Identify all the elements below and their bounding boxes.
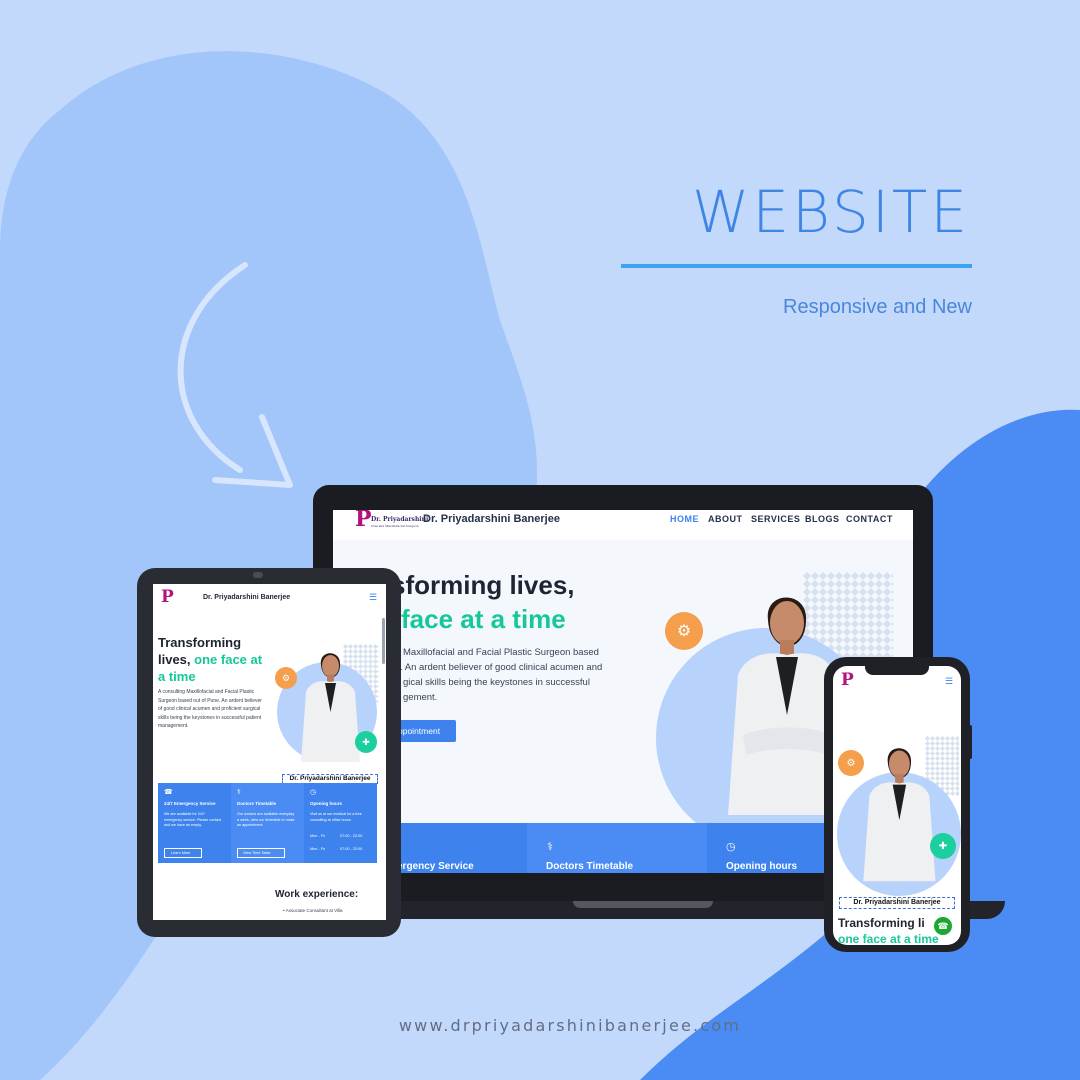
doctor-photo: [863, 748, 936, 882]
stethoscope-icon: ⚕: [237, 789, 241, 796]
laptop-navbar: P Dr. Priyadarshini Oral and Maxillofaci…: [333, 510, 913, 540]
nav-about[interactable]: ABOUT: [708, 514, 743, 524]
clock-icon: ◷: [726, 841, 736, 853]
nav-blogs[interactable]: BLOGS: [805, 514, 840, 524]
service-hours-label: Opening hours: [726, 861, 798, 872]
tablet-brand-name: Dr. Priyadarshini Banerjee: [203, 594, 291, 601]
brand-name: Dr. Priyadarshini Banerjee: [423, 513, 560, 525]
stethoscope-icon: ⚙: [838, 750, 864, 776]
service3-text: Visit us at our medical for a free consu…: [310, 812, 362, 822]
hamburger-menu-icon[interactable]: ☰: [945, 676, 953, 687]
view-timetable-label: View Time Table: [243, 851, 271, 855]
nav-home[interactable]: HOME: [670, 514, 699, 524]
hero-body-line2: . An ardent believer of good clinical ac…: [400, 662, 603, 673]
hours-row1-time: 07:00 - 22:00: [340, 834, 363, 838]
stethoscope-icon: ⚕: [547, 841, 553, 853]
view-timetable-button[interactable]: View Time Table: [237, 848, 285, 858]
hours-row2-day: Mon - Fri: [310, 847, 326, 851]
phone-name-tag: Dr. Priyadarshini Banerjee: [839, 897, 955, 909]
work-experience-item: • Associate Consultant at Villa: [283, 908, 343, 913]
subline: Responsive and New: [783, 296, 972, 318]
stethoscope-icon: ⚙: [275, 667, 297, 689]
call-button-icon[interactable]: ☎: [934, 917, 952, 935]
tablet-hero-body: A consulting Maxillofacial and Facial Pl…: [158, 689, 262, 729]
nav-services[interactable]: SERVICES: [751, 514, 800, 524]
service2-title: Doctors Timetable: [237, 801, 277, 806]
hours-row1-day: Mon - Fri: [310, 834, 326, 838]
doctor-photo: [301, 653, 360, 762]
logo-text: Dr. Priyadarshini: [371, 516, 429, 523]
hero-body-line1: Maxillofacial and Facial Plastic Surgeon…: [403, 647, 599, 658]
logo-icon: P: [355, 510, 372, 532]
tablet-hero-line2: lives, one face at: [158, 652, 262, 667]
tablet-hero-line3: a time: [158, 669, 196, 684]
phone-screen: P ☰ ⚙ ✚ Dr. Priyadarshini Banerjee Trans…: [833, 666, 961, 945]
hero-title-line1: sforming lives,: [391, 570, 575, 600]
tablet-hero-line1: Transforming: [158, 635, 242, 650]
medical-bag-icon: ✚: [930, 833, 956, 859]
footer-url: www.drpriyadarshinibanerjee.com: [398, 1016, 742, 1035]
tablet-scrollbar[interactable]: [382, 618, 385, 664]
medical-bag-icon: ✚: [355, 731, 377, 753]
logo-icon: P: [841, 670, 854, 690]
tablet-hero-line2b: one face at: [194, 652, 263, 667]
phone-hero-line2: one face at a time: [838, 932, 939, 945]
phone-icon: ☎: [164, 789, 173, 796]
hero-body-line3: gical skills being the keystones in succ…: [403, 677, 590, 688]
service-timetable-label: Doctors Timetable: [546, 861, 634, 872]
phone-notch: [865, 666, 929, 675]
stethoscope-icon: ⚙: [665, 612, 703, 650]
work-item-text: Associate Consultant at Villa: [285, 908, 343, 913]
headline: WEBSITE: [692, 178, 970, 246]
logo-subtext: Oral and Maxillofacial Surgeon: [371, 524, 419, 528]
tablet-camera: [253, 572, 263, 578]
learn-more-label: Learn More: [171, 851, 191, 855]
hero-body-line4: gement.: [403, 692, 438, 703]
tablet-hero-line2a: lives,: [158, 652, 191, 667]
hero-title-line2: face at a time: [401, 604, 566, 634]
hours-row2-time: 07:00 - 22:00: [340, 847, 363, 851]
hamburger-menu-icon[interactable]: ☰: [369, 592, 377, 603]
learn-more-button[interactable]: Learn More: [164, 848, 202, 858]
service3-title: Opening hours: [310, 801, 342, 806]
service1-text: We are available for 24/7 emergency serv…: [164, 812, 222, 827]
clock-icon: ◷: [310, 789, 317, 796]
tablet-services-panel: ☎ 24/7 Emergency Service We are availabl…: [158, 783, 377, 863]
service1-title: 24/7 Emergency Service: [164, 801, 216, 806]
headline-rule: [621, 264, 972, 268]
service2-text: Our doctors are available everyday a wee…: [237, 812, 295, 827]
appointment-button-label: ppointment: [398, 726, 441, 736]
logo-icon: P: [161, 587, 174, 607]
tablet-screen: P Dr. Priyadarshini Banerjee ☰ Transform…: [153, 584, 386, 920]
service-emergency-label: ergency Service: [397, 861, 474, 872]
nav-contact[interactable]: CONTACT: [846, 514, 893, 524]
phone-hero-line1: Transforming li: [838, 916, 925, 930]
laptop-notch: [573, 901, 713, 908]
work-experience-title: Work experience:: [275, 889, 359, 900]
